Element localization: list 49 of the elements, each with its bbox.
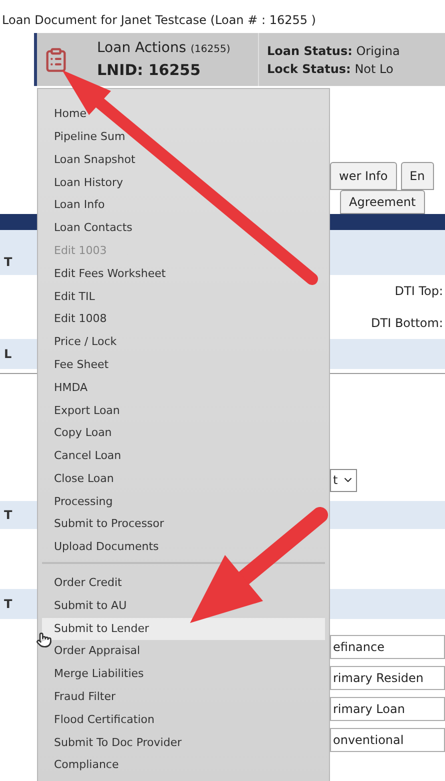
menu-item[interactable]: Close Loan [38,468,329,491]
menu-item[interactable]: Processing [38,490,329,514]
menu-item[interactable]: Edit 1008 [38,308,329,331]
loan-actions-label: Loan Actions (16255) [97,38,230,58]
lnid-label: LNID: 16255 [97,60,202,81]
section-letter: T [3,507,12,524]
menu-item[interactable]: Order Credit [42,572,325,595]
section-letter: L [3,346,12,363]
tab[interactable]: En [400,162,434,190]
input-field[interactable]: efinance [330,634,445,658]
menu-item[interactable]: Loan Info [38,194,329,217]
menu-item[interactable]: Merge Liabilities [42,663,325,686]
section-letter: T [3,596,12,613]
menu-item[interactable]: Export Loan [38,399,329,422]
menu-item[interactable]: Loan Snapshot [38,148,329,172]
menu-item[interactable]: Fee Sheet [38,354,329,377]
menu-item[interactable]: Fraud Filter [42,686,325,709]
menu-item[interactable]: Upload Documents [38,536,329,559]
menu-item[interactable]: Submit To Doc Provider [42,732,325,754]
menu-item[interactable]: Edit TIL [38,285,329,308]
menu-item[interactable]: Edit Fees Worksheet [38,262,329,286]
menu-item[interactable]: Submit to Lender [42,618,325,640]
loan-status: Loan Status: Origina [267,42,401,60]
menu-item[interactable]: Price / Lock [38,330,329,354]
menu-item[interactable]: Cancel Loan [38,444,329,468]
menu-item[interactable]: Pipeline Sum [38,126,329,149]
section-letter: T [3,254,12,271]
lock-status: Lock Status: Not Lo [267,60,394,78]
menu-item[interactable]: Loan Contacts [38,216,329,240]
menu-item[interactable]: Copy Loan [38,422,329,445]
menu-item[interactable]: Submit to Processor [38,513,329,536]
input-field[interactable]: rimary Residen [330,666,445,690]
page-title: Loan Document for Janet Testcase (Loan # : 16255 ) [2,12,316,29]
loan-actions-header[interactable]: Loan Actions (16255) LNID: 16255 [37,33,258,86]
input-field[interactable]: rimary Loan [330,696,445,720]
tab[interactable]: Agreement [340,190,425,214]
menu-item[interactable]: HMDA [38,376,329,400]
tab[interactable]: wer Info [330,162,397,190]
select-dropdown[interactable]: t [330,468,357,492]
menu-item[interactable]: Submit to AU [42,594,325,618]
menu-item[interactable]: Loan History [38,171,329,194]
dti-top-label: DTI Top: [394,283,443,300]
input-field[interactable]: onventional [330,728,445,752]
menu-item[interactable]: Flood Certification [42,708,325,732]
dti-bottom-label: DTI Bottom: [371,315,443,332]
menu-item[interactable]: Home [38,103,329,126]
menu-item[interactable]: Compliance [42,754,325,778]
menu-item[interactable]: Order Appraisal [42,640,325,664]
hand-cursor-icon [36,630,52,650]
